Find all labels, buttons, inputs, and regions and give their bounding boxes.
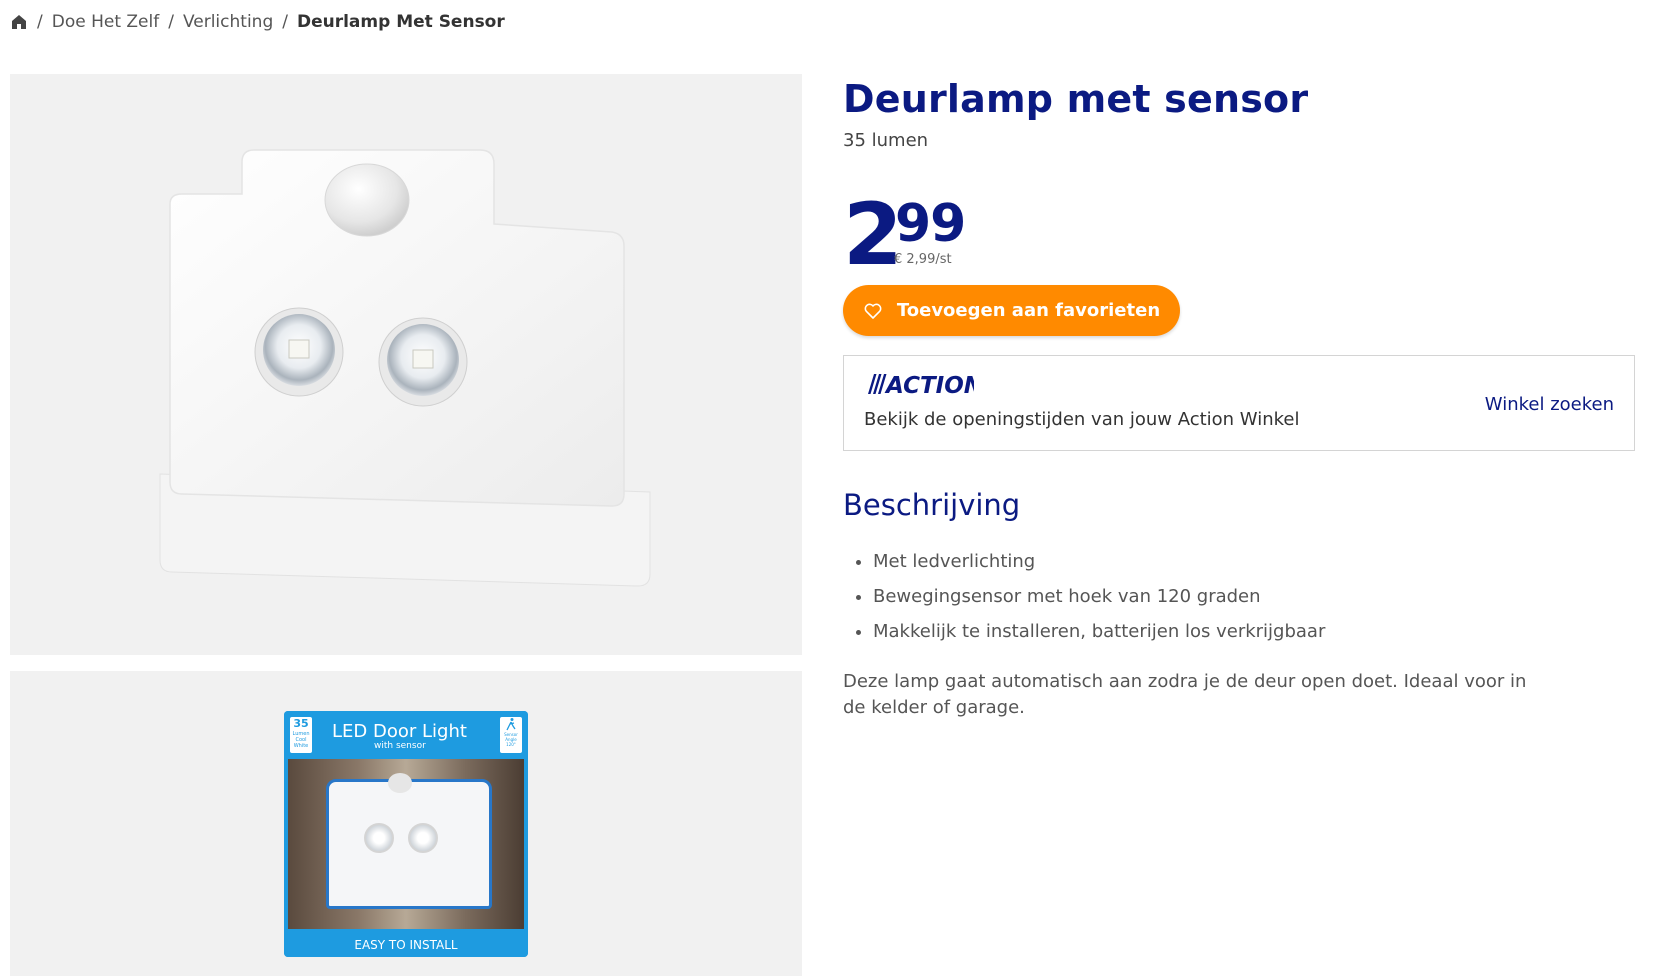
package-title: LED Door Light <box>332 721 467 742</box>
lumen-badge: 35 Lumen Cool White <box>290 717 312 753</box>
description-heading: Beschrijving <box>843 488 1021 522</box>
breadcrumb-separator: / <box>168 12 174 32</box>
store-hours-text: Bekijk de openingstijden van jouw Action… <box>864 409 1300 430</box>
product-subtitle: 35 lumen <box>843 130 929 151</box>
breadcrumb-current: Deurlamp Met Sensor <box>296 12 505 32</box>
walking-person-icon <box>506 718 516 731</box>
product-image-packaging[interactable]: 35 Lumen Cool White LED Door Light with … <box>10 671 802 976</box>
breadcrumb: / Doe Het Zelf / Verlichting / Deurlamp … <box>10 10 505 34</box>
product-image-main[interactable] <box>10 74 802 655</box>
price-decimals: 99 <box>895 194 966 254</box>
package-box: 35 Lumen Cool White LED Door Light with … <box>284 711 528 957</box>
description-text: Deze lamp gaat automatisch aan zodra je … <box>843 671 1527 718</box>
add-to-favorites-label: Toevoegen aan favorieten <box>896 300 1161 321</box>
heart-icon <box>863 301 883 321</box>
package-footer: EASY TO INSTALL <box>284 933 528 957</box>
find-store-link[interactable]: Winkel zoeken <box>1485 394 1614 415</box>
description-bullet: Bewegingsensor met hoek van 120 graden <box>873 579 1325 614</box>
unit-price: € 2,99/st <box>894 252 952 267</box>
product-title: Deurlamp met sensor <box>843 77 1309 121</box>
breadcrumb-separator: / <box>37 12 43 32</box>
breadcrumb-link-verlichting[interactable]: Verlichting <box>183 12 273 32</box>
svg-text:ACTION: ACTION <box>884 373 974 398</box>
package-subtitle: with sensor <box>374 741 426 751</box>
store-finder-box: ACTION Bekijk de openingstijden van jouw… <box>843 355 1635 451</box>
description-bullets: Met ledverlichting Bewegingsensor met ho… <box>843 544 1325 649</box>
breadcrumb-separator: / <box>282 12 288 32</box>
action-logo: ACTION <box>864 370 983 399</box>
home-icon[interactable] <box>10 13 28 31</box>
add-to-favorites-button[interactable]: Toevoegen aan favorieten <box>843 285 1180 336</box>
breadcrumb-link-doe-het-zelf[interactable]: Doe Het Zelf <box>52 12 159 32</box>
price-integer: 2 <box>843 185 903 285</box>
sensor-badge: Sensor Angle 120° <box>500 717 522 753</box>
description-bullet: Met ledverlichting <box>873 544 1325 579</box>
product-price: 2 99 € 2,99/st <box>843 190 1043 280</box>
product-info: Deurlamp met sensor 35 lumen 2 99 € 2,99… <box>843 74 1635 718</box>
door-lamp-illustration <box>159 149 651 587</box>
description-bullet: Makkelijk te installeren, batterijen los… <box>873 614 1325 649</box>
